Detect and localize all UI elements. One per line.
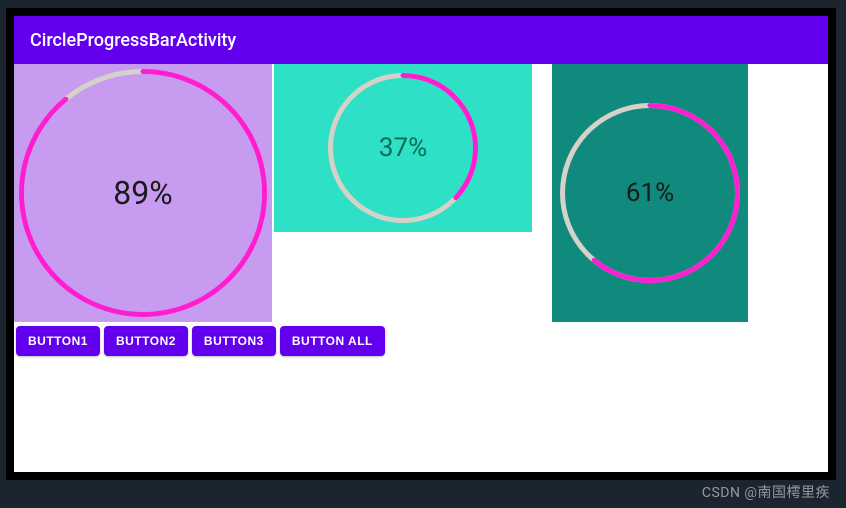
progress-card-1: 89% (14, 64, 272, 322)
progress-row: 89% 37% 61% (14, 64, 828, 322)
circle-progress-2: 37% (328, 73, 478, 223)
button-3[interactable]: BUTTON3 (192, 326, 276, 356)
app-bar: CircleProgressBarActivity (14, 16, 828, 64)
page-title: CircleProgressBarActivity (30, 30, 236, 51)
watermark: CSDN @南国樗里疾 (702, 482, 830, 502)
circle-progress-1: 89% (19, 69, 267, 317)
progress-card-2: 37% (274, 64, 532, 232)
button-row: BUTTON1 BUTTON2 BUTTON3 BUTTON ALL (14, 322, 828, 360)
progress-label-2: 37% (328, 73, 478, 223)
progress-label-1: 89% (19, 69, 267, 317)
progress-label-3: 61% (560, 103, 740, 283)
circle-progress-3: 61% (560, 103, 740, 283)
button-all[interactable]: BUTTON ALL (280, 326, 385, 356)
button-1[interactable]: BUTTON1 (16, 326, 100, 356)
progress-card-3: 61% (552, 64, 748, 322)
device-frame: CircleProgressBarActivity 89% 37% 61% (6, 8, 836, 480)
content-area: 89% 37% 61% BUTTON1 BUTTON2 BUTTON (14, 64, 828, 472)
screen: CircleProgressBarActivity 89% 37% 61% (14, 16, 828, 472)
button-2[interactable]: BUTTON2 (104, 326, 188, 356)
